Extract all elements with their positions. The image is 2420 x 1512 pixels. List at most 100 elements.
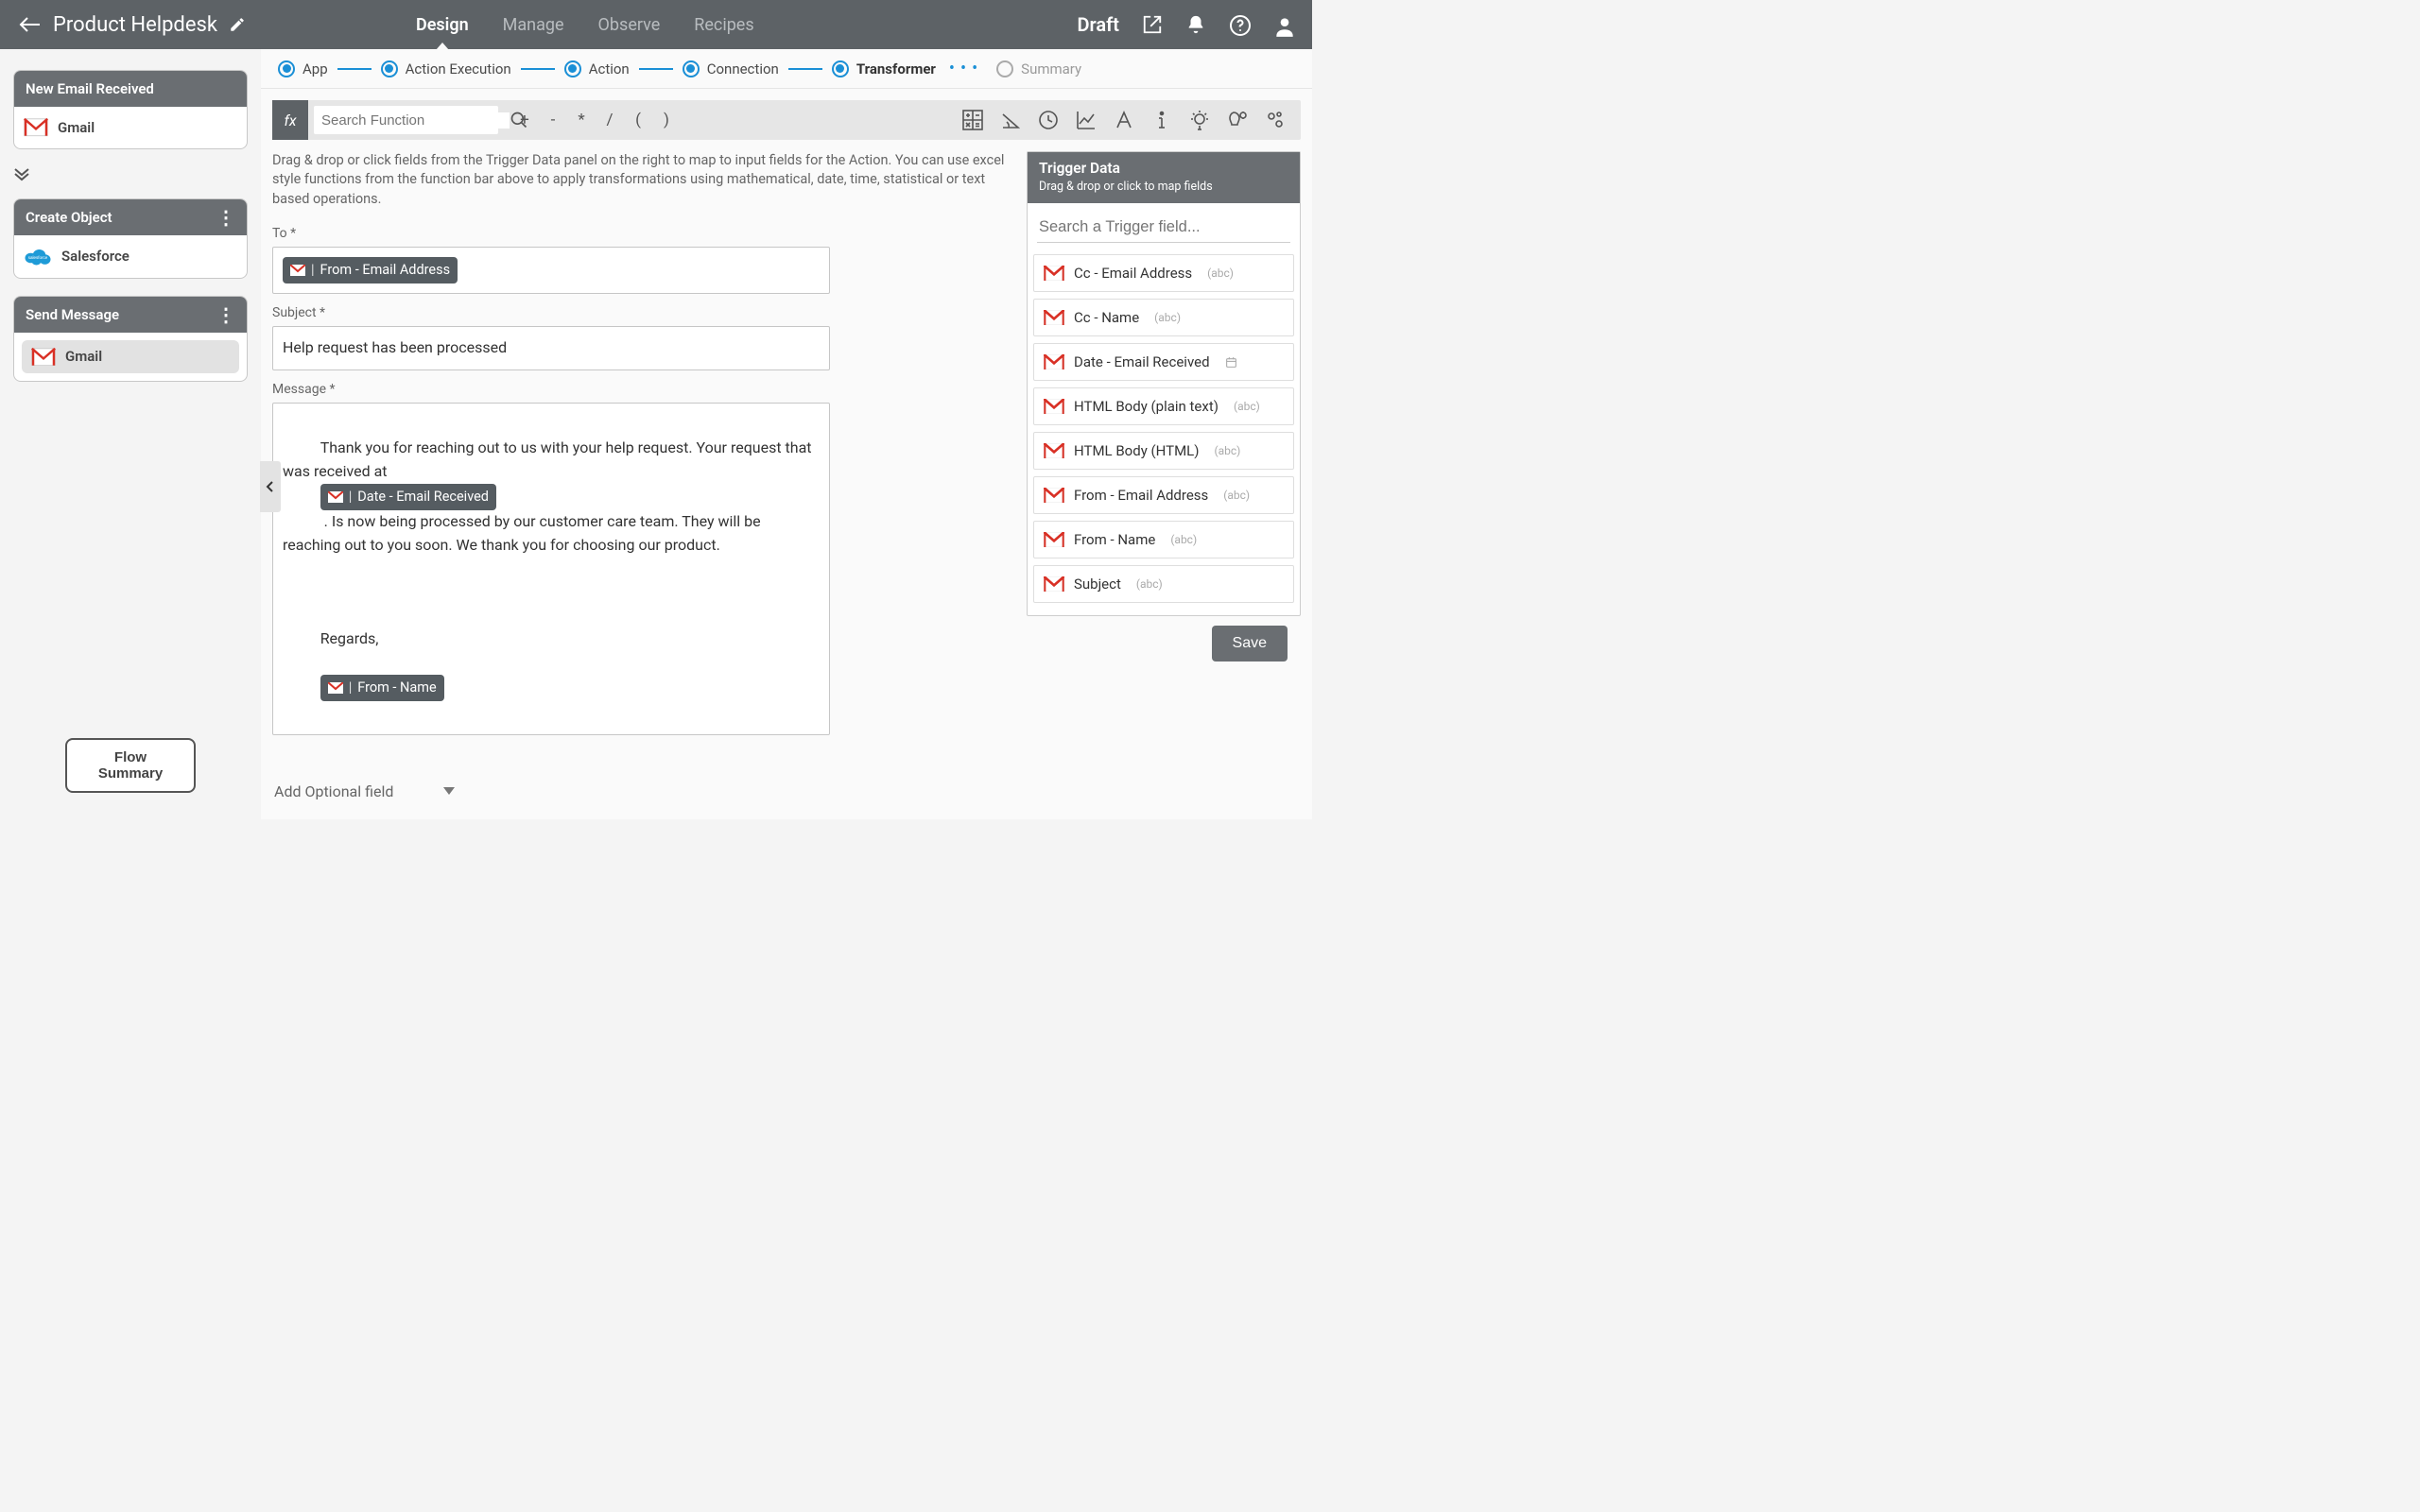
angle-icon[interactable] [998, 108, 1023, 132]
op-plus[interactable]: + [511, 107, 538, 133]
stepper-action[interactable]: Action [564, 60, 630, 77]
trigger-field-item[interactable]: Subject(abc) [1033, 565, 1294, 603]
nav-observe[interactable]: Observe [598, 0, 661, 49]
trigger-field-label: Cc - Email Address [1074, 265, 1192, 282]
trigger-field-item[interactable]: HTML Body (HTML) (abc) [1033, 432, 1294, 470]
add-optional-field[interactable]: Add Optional field [272, 775, 457, 808]
trigger-subtitle: Drag & drop or click to map fields [1039, 180, 1213, 194]
flow-step-trigger[interactable]: New Email Received Gmail [13, 70, 248, 149]
message-field[interactable]: Thank you for reaching out to us with yo… [272, 403, 830, 735]
trigger-title: Trigger Data [1039, 160, 1288, 177]
trigger-field-item[interactable]: HTML Body (plain text) (abc) [1033, 387, 1294, 425]
flow-step-app: Gmail [58, 119, 95, 136]
save-button[interactable]: Save [1212, 626, 1288, 662]
gmail-icon [1044, 443, 1064, 458]
flow-step-send-message[interactable]: Send Message⋮ Gmail [13, 296, 248, 383]
transformer-form: Drag & drop or click fields from the Tri… [272, 151, 1010, 808]
function-search[interactable] [314, 106, 498, 134]
chart-icon[interactable] [1074, 108, 1098, 132]
stepper-connection[interactable]: Connection [683, 60, 779, 77]
lightbulb-icon[interactable] [1187, 108, 1212, 132]
op-lparen[interactable]: ( [625, 107, 651, 133]
trigger-field-item[interactable]: From - Email Address (abc) [1033, 476, 1294, 514]
type-badge: (abc) [1234, 400, 1260, 413]
trigger-field-label: From - Email Address [1074, 487, 1208, 504]
chip-from-email[interactable]: |From - Email Address [283, 257, 458, 284]
to-field[interactable]: |From - Email Address [272, 247, 830, 294]
message-label: Message * [272, 382, 1010, 397]
gmail-icon [31, 348, 56, 367]
user-icon[interactable] [1272, 14, 1293, 35]
trigger-field-label: HTML Body (plain text) [1074, 398, 1219, 415]
flow-step-title: Send Message [26, 306, 119, 323]
stepper-transformer[interactable]: Transformer [832, 60, 936, 77]
chip-from-name[interactable]: |From - Name [320, 675, 444, 701]
type-badge: (abc) [1170, 533, 1197, 546]
top-bar: Product Helpdesk Design Manage Observe R… [0, 0, 1312, 49]
trigger-field-label: Subject [1074, 576, 1121, 593]
gmail-icon [1044, 488, 1064, 503]
ai-icon[interactable] [1225, 108, 1250, 132]
back-icon[interactable] [19, 16, 42, 33]
type-badge: (abc) [1214, 444, 1240, 457]
trigger-data-panel: Trigger Data Drag & drop or click to map… [1027, 151, 1301, 616]
trigger-field-list: Cc - Email Address(abc)Cc - Name(abc)Dat… [1028, 249, 1300, 615]
trigger-field-item[interactable]: Cc - Email Address (abc) [1033, 254, 1294, 292]
message-text: Thank you for reaching out to us with yo… [283, 438, 816, 480]
stepper-action-execution[interactable]: Action Execution [381, 60, 511, 77]
nav-manage[interactable]: Manage [503, 0, 564, 49]
flow-summary-button[interactable]: Flow Summary [65, 738, 196, 793]
trigger-search-input[interactable] [1037, 213, 1290, 243]
flow-step-create-object[interactable]: Create Object⋮ salesforce Salesforce [13, 198, 248, 279]
step-menu-icon[interactable]: ⋮ [216, 212, 235, 223]
trigger-field-label: From - Name [1074, 531, 1155, 548]
stepper-separator [788, 68, 822, 70]
collapse-sidebar-handle[interactable] [260, 461, 281, 512]
help-icon[interactable] [1229, 14, 1250, 35]
flow-step-title: New Email Received [26, 80, 154, 97]
op-minus[interactable]: - [540, 107, 566, 133]
open-external-icon[interactable] [1142, 14, 1163, 35]
content-area: App Action Execution Action Connection T… [261, 49, 1312, 819]
flow-step-title: Create Object [26, 209, 112, 226]
type-badge: (abc) [1207, 266, 1234, 280]
trigger-field-item[interactable]: Date - Email Received [1033, 343, 1294, 381]
function-search-input[interactable] [321, 112, 510, 129]
nav-design[interactable]: Design [416, 0, 469, 49]
gmail-icon [1044, 399, 1064, 414]
op-rparen[interactable]: ) [653, 107, 680, 133]
stepper-summary[interactable]: Summary [996, 60, 1081, 77]
page-title: Product Helpdesk [53, 13, 217, 37]
main-nav: Design Manage Observe Recipes [284, 0, 1078, 49]
stepper-separator [639, 68, 673, 70]
to-label: To * [272, 226, 1010, 241]
stepper-separator [337, 68, 372, 70]
chip-date-received[interactable]: |Date - Email Received [320, 484, 496, 510]
op-divide[interactable]: / [596, 107, 623, 133]
text-icon[interactable] [1112, 108, 1136, 132]
info-icon[interactable] [1150, 108, 1174, 132]
nav-recipes[interactable]: Recipes [694, 0, 753, 49]
trigger-field-item[interactable]: From - Name (abc) [1033, 521, 1294, 558]
trigger-field-label: HTML Body (HTML) [1074, 442, 1199, 459]
op-times[interactable]: * [568, 107, 595, 133]
type-badge: (abc) [1154, 311, 1181, 324]
step-menu-icon[interactable]: ⋮ [216, 309, 235, 320]
message-text: Regards, [320, 629, 379, 647]
flow-arrow-icon [13, 166, 248, 181]
gmail-icon [1044, 310, 1064, 325]
settings-gears-icon[interactable] [1263, 108, 1288, 132]
math-ops-icon[interactable] [960, 108, 985, 132]
trigger-field-item[interactable]: Cc - Name(abc) [1033, 299, 1294, 336]
bell-icon[interactable] [1185, 14, 1206, 35]
fx-button[interactable]: fx [272, 100, 308, 140]
subject-field[interactable]: Help request has been processed [272, 326, 830, 370]
clock-icon[interactable] [1036, 108, 1061, 132]
stepper-app[interactable]: App [278, 60, 328, 77]
gmail-icon [1044, 354, 1064, 369]
operator-group: + - * / ( ) [511, 107, 680, 133]
edit-title-icon[interactable] [229, 16, 246, 33]
trigger-field-label: Date - Email Received [1074, 353, 1210, 370]
type-badge: (abc) [1223, 489, 1250, 502]
toolbar-group [960, 108, 1301, 132]
